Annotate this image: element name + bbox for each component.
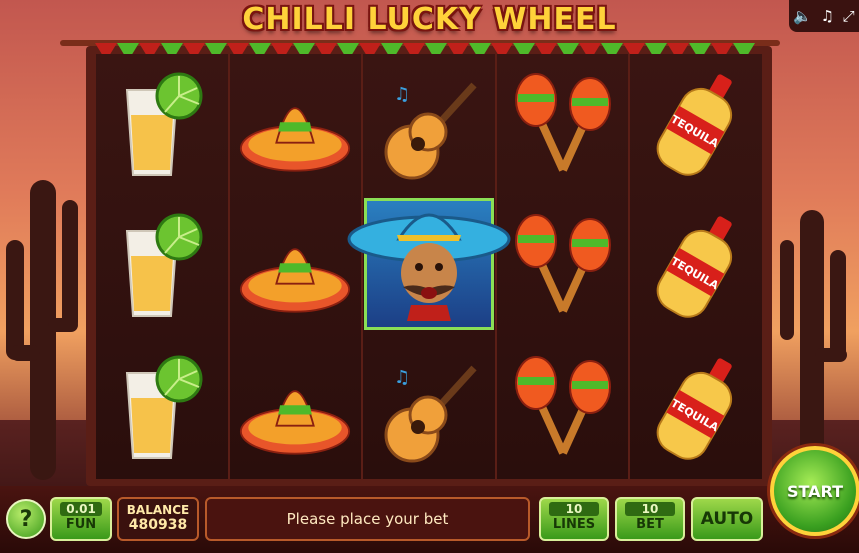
reel-5: TEQUILA TEQUILA TEQUILA <box>630 54 762 479</box>
reel-2 <box>229 54 362 479</box>
lines-value: 10 <box>549 502 599 516</box>
guitar-symbol: ♫ <box>373 62 485 188</box>
sombrero-symbol <box>239 345 351 471</box>
start-label: START <box>786 481 844 501</box>
balance-label: BALANCE <box>126 503 190 517</box>
bet-value: 10 <box>625 502 675 516</box>
game-title: CHILLI LUCKY WHEEL <box>242 2 617 37</box>
tequila-shot-symbol <box>106 62 218 188</box>
auto-button[interactable]: AUTO <box>691 497 763 541</box>
start-button[interactable]: START <box>770 446 859 536</box>
sombrero-symbol <box>239 203 351 329</box>
tequila-bottle-symbol: TEQUILA <box>640 203 752 329</box>
tequila-bottle-symbol: TEQUILA <box>640 62 752 188</box>
bet-button[interactable]: 10 BET <box>615 497 685 541</box>
speaker-icon[interactable]: 🔈 <box>793 7 812 25</box>
coin-value: 0.01 <box>60 502 102 516</box>
reel-1 <box>96 54 228 479</box>
lines-label: LINES <box>552 517 596 532</box>
balance-value: 480938 <box>128 517 188 533</box>
help-button[interactable]: ? <box>6 499 46 539</box>
lines-button[interactable]: 10 LINES <box>539 497 609 541</box>
coin-label: FUN <box>65 517 97 532</box>
mariachi-wild-symbol <box>347 198 511 330</box>
top-controls: 🔈 ♫ ⤢ <box>789 0 859 32</box>
svg-text:♫: ♫ <box>394 367 410 388</box>
status-message-text: Please place your bet <box>286 510 449 528</box>
maracas-symbol <box>507 62 619 188</box>
fullscreen-icon[interactable]: ⤢ <box>843 7 855 25</box>
auto-label: AUTO <box>700 509 754 529</box>
svg-text:♫: ♫ <box>394 84 410 105</box>
help-label: ? <box>19 506 33 532</box>
tequila-shot-symbol <box>106 203 218 329</box>
reel-4 <box>496 54 629 479</box>
status-message: Please place your bet <box>205 497 530 541</box>
guitar-symbol: ♫ <box>373 345 485 471</box>
coin-value-button[interactable]: 0.01 FUN <box>50 497 112 541</box>
maracas-symbol <box>507 345 619 471</box>
tequila-bottle-symbol: TEQUILA <box>640 345 752 471</box>
sombrero-symbol <box>239 62 351 188</box>
maracas-symbol <box>507 203 619 329</box>
tequila-shot-symbol <box>106 345 218 471</box>
music-icon[interactable]: ♫ <box>821 7 834 25</box>
balance-panel: BALANCE 480938 <box>117 497 199 541</box>
bet-label: BET <box>636 517 664 532</box>
